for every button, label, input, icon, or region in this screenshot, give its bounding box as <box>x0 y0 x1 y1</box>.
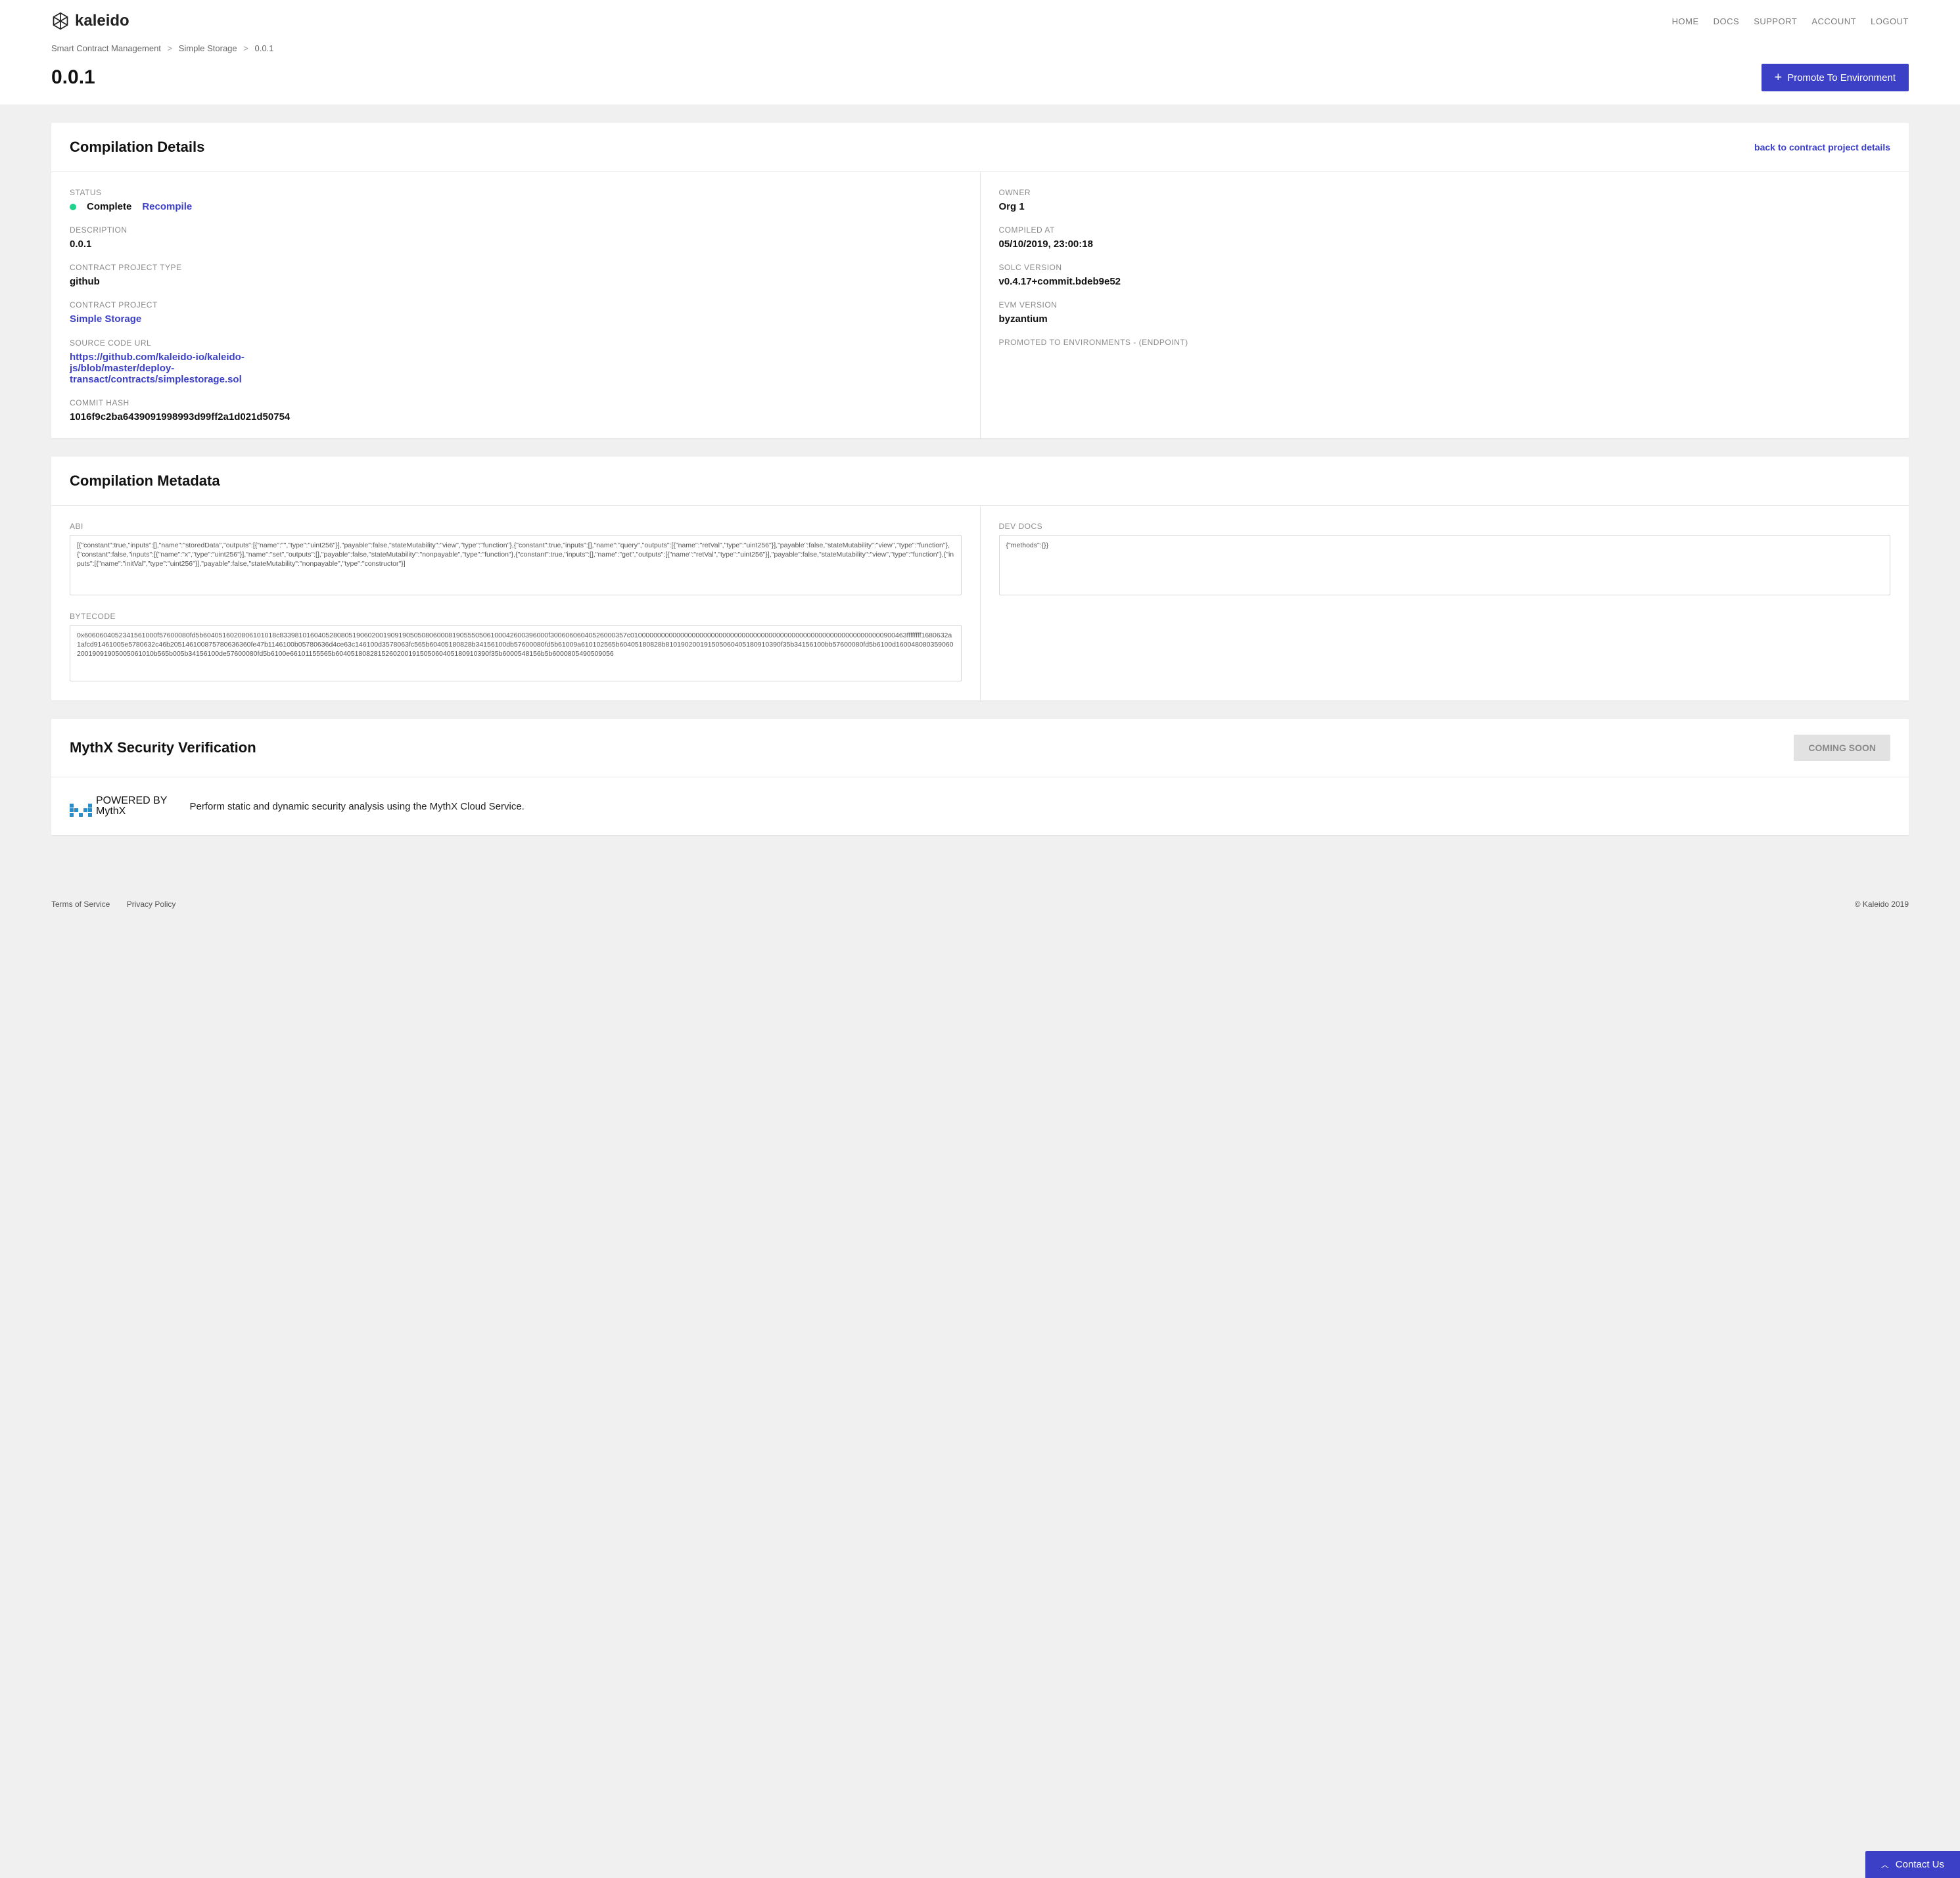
abi-label: ABI <box>70 522 962 531</box>
solc-value: v0.4.17+commit.bdeb9e52 <box>999 276 1891 287</box>
page-title: 0.0.1 <box>51 66 95 89</box>
footer-privacy[interactable]: Privacy Policy <box>127 900 176 909</box>
coming-soon-button: COMING SOON <box>1794 735 1890 761</box>
nav-home[interactable]: HOME <box>1672 16 1699 26</box>
compilation-metadata-panel: Compilation Metadata ABI BYTECODE DEV DO… <box>51 457 1909 700</box>
devdocs-box[interactable] <box>999 535 1891 595</box>
description-label: DESCRIPTION <box>70 225 962 235</box>
back-to-project-link[interactable]: back to contract project details <box>1754 142 1890 152</box>
top-nav: HOME DOCS SUPPORT ACCOUNT LOGOUT <box>1672 16 1909 26</box>
breadcrumb: Smart Contract Management > Simple Stora… <box>51 43 1909 53</box>
breadcrumb-item-management[interactable]: Smart Contract Management <box>51 43 161 53</box>
nav-support[interactable]: SUPPORT <box>1754 16 1797 26</box>
compilation-details-panel: Compilation Details back to contract pro… <box>51 123 1909 438</box>
mythx-pixel-icon <box>70 804 92 817</box>
status-value: Complete <box>87 201 131 212</box>
evm-value: byzantium <box>999 313 1891 325</box>
compilation-details-heading: Compilation Details <box>70 139 204 156</box>
mythx-heading: MythX Security Verification <box>70 739 256 756</box>
logo-text: kaleido <box>75 12 129 30</box>
evm-label: EVM VERSION <box>999 300 1891 309</box>
logo[interactable]: kaleido <box>51 12 129 30</box>
footer-copyright: © Kaleido 2019 <box>1855 900 1909 909</box>
status-dot-icon <box>70 204 76 210</box>
nav-logout[interactable]: LOGOUT <box>1871 16 1909 26</box>
breadcrumb-item-version: 0.0.1 <box>254 43 273 53</box>
breadcrumb-item-project[interactable]: Simple Storage <box>179 43 237 53</box>
nav-docs[interactable]: DOCS <box>1714 16 1740 26</box>
owner-label: OWNER <box>999 188 1891 197</box>
mythx-description: Perform static and dynamic security anal… <box>189 801 524 812</box>
mythx-powered-by: POWERED BY <box>96 796 167 806</box>
promoted-label: PROMOTED TO ENVIRONMENTS - (ENDPOINT) <box>999 338 1891 347</box>
source-url-link[interactable]: https://github.com/kaleido-io/kaleido-js… <box>70 352 280 385</box>
mythx-name: MythX <box>96 806 167 817</box>
devdocs-label: DEV DOCS <box>999 522 1891 531</box>
recompile-link[interactable]: Recompile <box>142 201 192 212</box>
nav-account[interactable]: ACCOUNT <box>1811 16 1856 26</box>
project-label: CONTRACT PROJECT <box>70 300 962 309</box>
source-url-label: SOURCE CODE URL <box>70 338 962 348</box>
logo-icon <box>51 12 70 30</box>
solc-label: SOLC VERSION <box>999 263 1891 272</box>
compiled-at-value: 05/10/2019, 23:00:18 <box>999 239 1891 250</box>
promote-button[interactable]: + Promote To Environment <box>1762 64 1909 91</box>
commit-value: 1016f9c2ba6439091998993d99ff2a1d021d5075… <box>70 411 962 423</box>
description-value: 0.0.1 <box>70 239 962 250</box>
mythx-logo: POWERED BY MythX <box>70 796 167 817</box>
project-type-value: github <box>70 276 962 287</box>
footer-tos[interactable]: Terms of Service <box>51 900 110 909</box>
chevron-up-icon: ︿ <box>1881 1859 1889 1870</box>
project-type-label: CONTRACT PROJECT TYPE <box>70 263 962 272</box>
footer: Terms of Service Privacy Policy © Kaleid… <box>0 893 1960 935</box>
status-label: STATUS <box>70 188 962 197</box>
bytecode-label: BYTECODE <box>70 612 962 621</box>
compiled-at-label: COMPILED AT <box>999 225 1891 235</box>
contact-widget[interactable]: ︿ Contact Us <box>1865 1851 1960 1878</box>
owner-value: Org 1 <box>999 201 1891 212</box>
plus-icon: + <box>1775 71 1783 84</box>
compilation-metadata-heading: Compilation Metadata <box>70 472 220 490</box>
mythx-panel: MythX Security Verification COMING SOON … <box>51 719 1909 835</box>
abi-box[interactable] <box>70 535 962 595</box>
commit-label: COMMIT HASH <box>70 398 962 407</box>
bytecode-box[interactable] <box>70 625 962 681</box>
project-link[interactable]: Simple Storage <box>70 313 141 325</box>
